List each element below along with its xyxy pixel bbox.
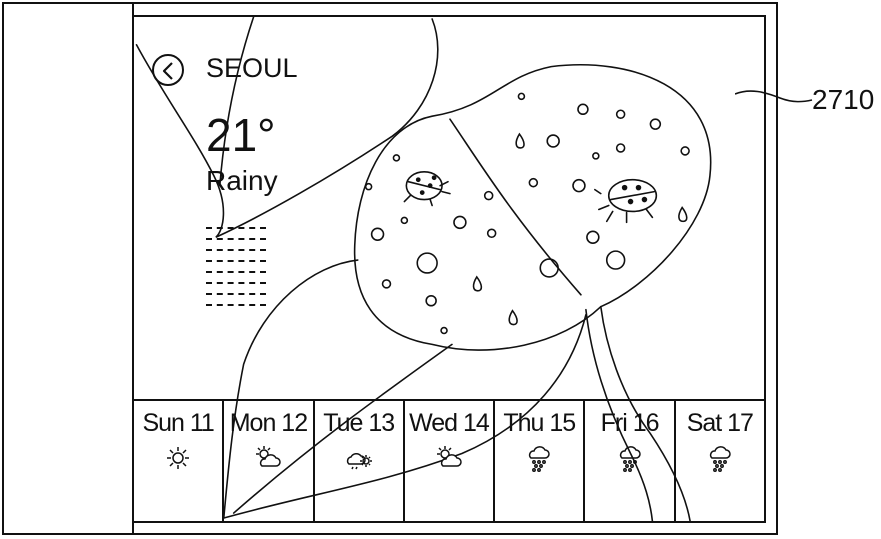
forecast-day-label: Thu 15 (503, 409, 576, 437)
forecast-day[interactable]: Tue 13 (315, 401, 405, 521)
rain-icon (529, 446, 551, 472)
placeholder-line (206, 227, 266, 229)
forecast-day-label: Sun 11 (142, 409, 214, 437)
reference-numeral: 2710 (812, 84, 875, 115)
forecast-day[interactable]: Wed 14 (405, 401, 496, 521)
rain-icon (709, 446, 731, 472)
placeholder-line (206, 238, 266, 240)
forecast-day-label: Sat 17 (686, 409, 754, 437)
forecast-day[interactable]: Thu 15 (495, 401, 586, 521)
placeholder-line (206, 293, 266, 295)
sun-icon (167, 447, 190, 469)
cloud-sun-icon (346, 453, 372, 470)
weather-screen: SEOUL 21° Rainy Sun 11 Mon 12 Tue 13 Wed… (132, 15, 766, 523)
forecast-day-label: Wed 14 (409, 409, 490, 437)
placeholder-line (206, 282, 266, 284)
partly-cloudy-icon (256, 446, 282, 467)
placeholder-line (206, 271, 266, 273)
partly-cloudy-icon (436, 446, 462, 467)
weekly-forecast-strip: Sun 11 Mon 12 Tue 13 Wed 14 Thu 15 Fri 1… (134, 399, 764, 521)
current-temperature: 21° (206, 109, 276, 161)
forecast-day-label: Fri 16 (600, 409, 660, 437)
placeholder-details-list (206, 227, 266, 315)
back-button[interactable] (152, 54, 184, 86)
chevron-left-icon (162, 62, 173, 80)
forecast-day[interactable]: Sun 11 (134, 401, 225, 521)
rain-icon (619, 446, 641, 472)
forecast-day[interactable]: Mon 12 (224, 401, 315, 521)
placeholder-line (206, 260, 266, 262)
forecast-day[interactable]: Fri 16 (585, 401, 676, 521)
city-name: SEOUL (206, 53, 298, 83)
forecast-day[interactable]: Sat 17 (676, 401, 764, 521)
forecast-day-label: Mon 12 (229, 409, 308, 437)
weather-condition: Rainy (206, 165, 278, 196)
callout-leader-line (735, 90, 813, 103)
forecast-day-label: Tue 13 (323, 409, 395, 437)
placeholder-line (206, 304, 266, 306)
placeholder-line (206, 249, 266, 251)
